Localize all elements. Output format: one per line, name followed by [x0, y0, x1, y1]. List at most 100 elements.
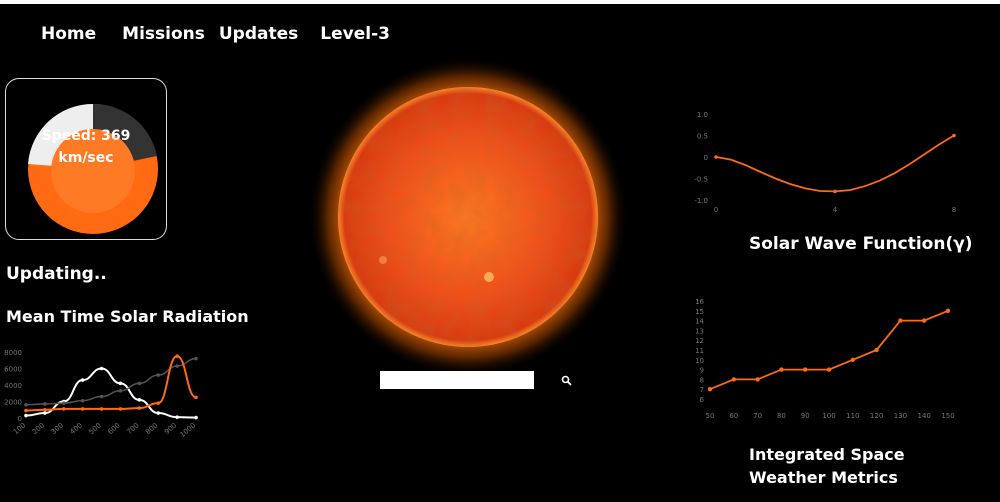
data-point	[194, 356, 198, 361]
data-point	[175, 415, 179, 419]
x-tick-label: 8	[952, 206, 956, 214]
data-point	[714, 155, 718, 159]
y-tick-label: 8000	[4, 349, 22, 357]
data-point	[175, 364, 179, 368]
data-point	[118, 407, 123, 411]
x-tick-label: 60	[729, 412, 738, 420]
y-tick-label: -0.5	[694, 176, 708, 184]
y-tick-label: 12	[695, 337, 704, 345]
data-point	[137, 398, 142, 402]
gauge-speed-unit: km/sec	[58, 150, 114, 166]
data-point	[118, 381, 123, 386]
x-tick-label: 150	[941, 412, 954, 420]
status-text: Updating..	[6, 264, 107, 284]
y-tick-label: 0.5	[697, 133, 708, 141]
x-tick-label: 130	[894, 412, 907, 420]
sun-texture	[338, 87, 598, 347]
data-point	[137, 406, 142, 410]
y-tick-label: 9	[700, 367, 704, 375]
radiation-chart: 02000400060008000100 200 300 400 500 600 700 80…	[4, 349, 198, 439]
y-tick-label: 14	[695, 318, 704, 326]
data-point	[24, 408, 28, 413]
x-tick-label: 700	[125, 421, 140, 436]
y-tick-label: 2000	[4, 399, 22, 407]
data-point	[99, 366, 104, 371]
series-line	[709, 309, 949, 391]
x-tick-label: 1000	[178, 421, 197, 439]
x-tick-label: 4	[833, 206, 838, 214]
y-tick-label: 4000	[4, 382, 22, 390]
data-point	[43, 402, 47, 406]
y-tick-label: 8	[700, 376, 704, 384]
nav-updates-link[interactable]: Updates	[219, 24, 298, 44]
nav-missions-link[interactable]: Missions	[122, 24, 205, 44]
x-tick-label: 90	[801, 412, 810, 420]
data-point	[137, 381, 142, 386]
x-tick-label: 500	[87, 421, 102, 436]
y-tick-label: 6000	[4, 366, 22, 374]
y-tick-label: 11	[695, 347, 704, 355]
data-point	[803, 367, 808, 372]
y-tick-label: 10	[695, 357, 704, 365]
data-point	[731, 377, 736, 382]
x-tick-label: 70	[753, 412, 762, 420]
y-tick-label: 7	[700, 386, 704, 394]
x-tick-label: 120	[870, 412, 883, 420]
data-point	[99, 394, 104, 399]
x-tick-label: 100	[822, 412, 835, 420]
data-point	[118, 388, 123, 393]
data-point	[952, 133, 956, 138]
nav-home-link[interactable]: Home	[41, 24, 96, 44]
top-nav: Home Missions Updates Level-3	[41, 24, 390, 44]
data-point	[43, 407, 47, 412]
data-point	[779, 367, 784, 372]
data-point	[922, 318, 927, 323]
x-tick-label: 300	[50, 421, 65, 436]
data-point	[61, 407, 66, 411]
data-point	[898, 318, 903, 323]
data-point	[175, 354, 179, 358]
data-point	[194, 395, 198, 400]
data-point	[156, 373, 161, 377]
data-point	[99, 407, 104, 411]
data-point	[80, 407, 85, 411]
data-point	[874, 347, 879, 353]
search-icon[interactable]	[560, 374, 574, 388]
data-point	[24, 403, 28, 407]
data-point	[826, 367, 832, 372]
radiation-chart-title: Mean Time Solar Radiation	[6, 307, 249, 326]
sun-flare-spot	[484, 272, 494, 282]
wave-chart: 1.0 0.5 0 -0.5 -1.0 0 4 8	[694, 111, 956, 214]
y-tick-label: 16	[695, 298, 704, 306]
gauge-speed-value: Speed: 369	[41, 128, 131, 144]
series-line	[25, 355, 197, 412]
x-tick-label: 600	[106, 421, 121, 436]
nav-level-link[interactable]: Level-3	[320, 24, 390, 44]
sun-image	[308, 57, 628, 377]
x-tick-label: 400	[69, 421, 84, 436]
data-point	[80, 398, 85, 403]
data-point	[707, 387, 713, 392]
x-tick-label: 200	[31, 421, 46, 436]
x-tick-label: 80	[777, 412, 786, 420]
y-tick-label: -1.0	[694, 197, 708, 205]
y-tick-label: 0	[704, 154, 708, 162]
data-point	[43, 411, 47, 415]
x-tick-label: 140	[918, 412, 931, 420]
x-tick-label: 100	[12, 421, 27, 436]
data-point	[755, 377, 760, 382]
x-tick-label: 900	[163, 421, 178, 436]
y-tick-label: 13	[695, 327, 704, 335]
data-point	[945, 308, 951, 313]
x-tick-label: 110	[846, 412, 859, 420]
data-point	[24, 413, 28, 418]
y-tick-label: 15	[695, 308, 704, 316]
data-point	[194, 415, 198, 420]
search-input[interactable]	[380, 371, 534, 389]
gauge-readout: Speed: 369 km/sec	[6, 125, 166, 169]
y-tick-label: 6	[700, 396, 705, 404]
y-tick-label: 1.0	[697, 111, 708, 119]
sun-flare-spot	[379, 256, 387, 264]
x-tick-label: 800	[144, 421, 159, 436]
data-point	[61, 401, 66, 405]
